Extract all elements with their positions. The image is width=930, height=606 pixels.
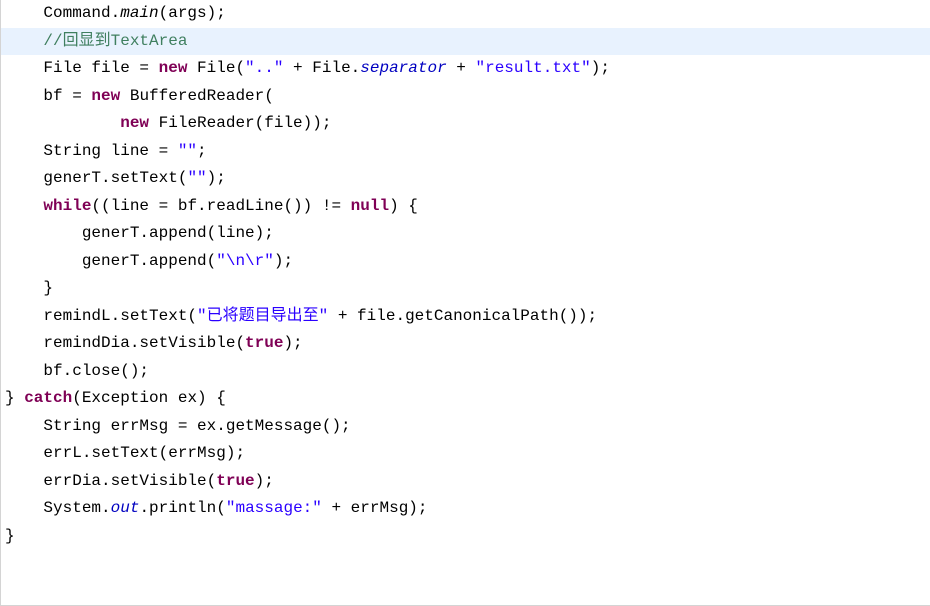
code-token: System. xyxy=(43,499,110,517)
code-token: .println( xyxy=(139,499,225,517)
code-token: ".." xyxy=(245,59,283,77)
code-token: ); xyxy=(255,472,274,490)
code-token: ((line = bf.readLine()) != xyxy=(91,197,350,215)
indent xyxy=(5,307,43,325)
code-token: generT.append(line); xyxy=(82,224,274,242)
code-line[interactable]: new FileReader(file)); xyxy=(5,110,930,138)
indent xyxy=(5,32,43,50)
indent xyxy=(5,114,120,132)
code-line[interactable]: while((line = bf.readLine()) != null) { xyxy=(5,193,930,221)
indent xyxy=(5,362,43,380)
code-line[interactable]: errDia.setVisible(true); xyxy=(5,468,930,496)
code-token: separator xyxy=(360,59,446,77)
code-line[interactable]: File file = new File(".." + File.separat… xyxy=(5,55,930,83)
code-token: ); xyxy=(207,169,226,187)
code-token: (args); xyxy=(159,4,226,22)
code-line[interactable]: remindDia.setVisible(true); xyxy=(5,330,930,358)
code-token: BufferedReader( xyxy=(120,87,274,105)
code-token: "已将题目导出至" xyxy=(197,307,328,325)
code-token: "" xyxy=(187,169,206,187)
code-line[interactable]: //回显到TextArea xyxy=(5,28,930,56)
code-token: errL.setText(errMsg); xyxy=(43,444,245,462)
code-line[interactable]: } catch(Exception ex) { xyxy=(5,385,930,413)
code-token: ); xyxy=(274,252,293,270)
indent xyxy=(5,472,43,490)
code-token: out xyxy=(111,499,140,517)
code-line[interactable]: System.out.println("massage:" + errMsg); xyxy=(5,495,930,523)
code-token: true xyxy=(245,334,283,352)
code-token: "result.txt" xyxy=(476,59,591,77)
code-token: "" xyxy=(178,142,197,160)
code-token: new xyxy=(159,59,188,77)
code-token: ) { xyxy=(389,197,418,215)
indent xyxy=(5,499,43,517)
code-token: + xyxy=(447,59,476,77)
code-token: File( xyxy=(187,59,245,77)
indent xyxy=(5,197,43,215)
code-token: //回显到TextArea xyxy=(43,32,187,50)
code-line[interactable]: generT.setText(""); xyxy=(5,165,930,193)
code-token: true xyxy=(216,472,254,490)
code-line[interactable]: generT.append("\n\r"); xyxy=(5,248,930,276)
indent xyxy=(5,169,43,187)
indent xyxy=(5,334,43,352)
code-token: remindDia.setVisible( xyxy=(43,334,245,352)
code-token: catch xyxy=(24,389,72,407)
code-line[interactable]: } xyxy=(5,275,930,303)
code-token: FileReader(file)); xyxy=(149,114,331,132)
code-token: String errMsg = ex.getMessage(); xyxy=(43,417,350,435)
code-token: null xyxy=(351,197,389,215)
code-token: Command. xyxy=(43,4,120,22)
code-token: new xyxy=(91,87,120,105)
code-line[interactable]: bf.close(); xyxy=(5,358,930,386)
indent xyxy=(5,279,43,297)
code-token: generT.append( xyxy=(82,252,216,270)
code-token: main xyxy=(120,4,158,22)
code-token: + errMsg); xyxy=(322,499,428,517)
code-token: + file.getCanonicalPath()); xyxy=(328,307,597,325)
indent xyxy=(5,417,43,435)
code-token: bf.close(); xyxy=(43,362,149,380)
code-token: while xyxy=(43,197,91,215)
indent xyxy=(5,87,43,105)
code-token: ); xyxy=(591,59,610,77)
code-token: "massage:" xyxy=(226,499,322,517)
code-token: generT.setText( xyxy=(43,169,187,187)
code-line[interactable]: String errMsg = ex.getMessage(); xyxy=(5,413,930,441)
code-line[interactable]: bf = new BufferedReader( xyxy=(5,83,930,111)
code-token: "\n\r" xyxy=(216,252,274,270)
code-line[interactable]: Command.main(args); xyxy=(5,0,930,28)
code-editor[interactable]: Command.main(args); //回显到TextArea File f… xyxy=(1,0,930,550)
indent xyxy=(5,444,43,462)
indent xyxy=(5,142,43,160)
code-line[interactable]: String line = ""; xyxy=(5,138,930,166)
code-token: new xyxy=(120,114,149,132)
indent xyxy=(5,224,82,242)
code-token: ); xyxy=(283,334,302,352)
code-token: (Exception ex) { xyxy=(72,389,226,407)
indent xyxy=(5,252,82,270)
code-token: } xyxy=(43,279,53,297)
code-line[interactable]: errL.setText(errMsg); xyxy=(5,440,930,468)
code-token: String line = xyxy=(43,142,177,160)
code-token: bf = xyxy=(43,87,91,105)
code-token: File file = xyxy=(43,59,158,77)
code-token: ; xyxy=(197,142,207,160)
indent xyxy=(5,59,43,77)
code-token: + File. xyxy=(283,59,360,77)
code-token: } xyxy=(5,527,15,545)
code-line[interactable]: generT.append(line); xyxy=(5,220,930,248)
code-line[interactable]: remindL.setText("已将题目导出至" + file.getCano… xyxy=(5,303,930,331)
code-token: remindL.setText( xyxy=(43,307,197,325)
indent xyxy=(5,4,43,22)
code-line[interactable]: } xyxy=(5,523,930,551)
code-token: errDia.setVisible( xyxy=(43,472,216,490)
code-token: } xyxy=(5,389,24,407)
